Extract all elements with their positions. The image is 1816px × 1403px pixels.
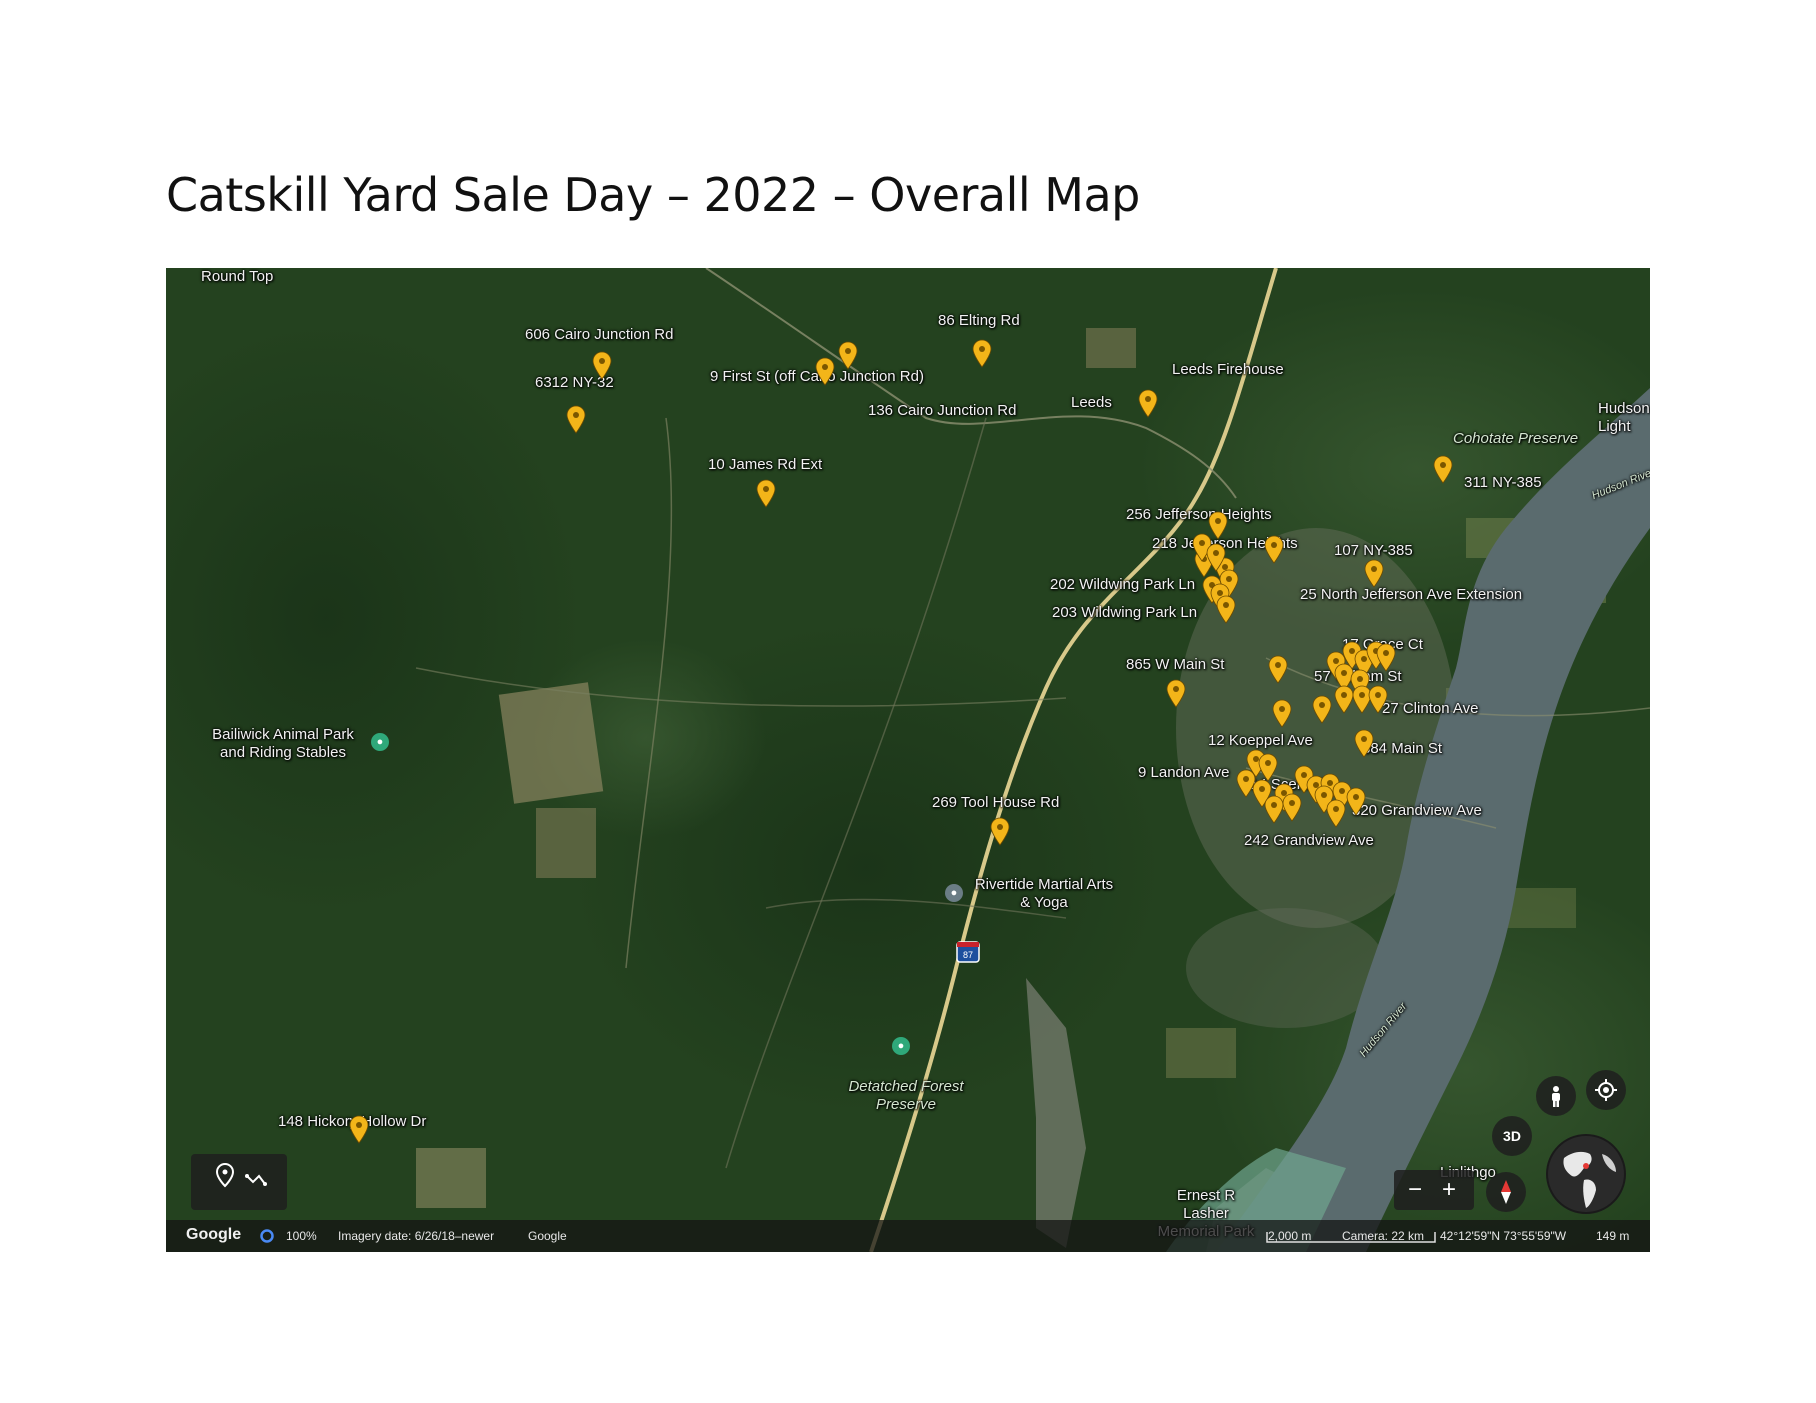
rivertide-label: Rivertide Martial Arts & Yoga [974, 876, 1114, 911]
yard-sale-pin-icon[interactable] [837, 340, 859, 370]
label-242-grandview: 242 Grandview Ave [1244, 832, 1374, 849]
label-86-elting: 86 Elting Rd [938, 312, 1020, 329]
label-27-clinton: 27 Clinton Ave [1382, 700, 1479, 717]
globe-icon[interactable] [1546, 1134, 1626, 1214]
map-view[interactable]: 87 Round Top Leeds Leeds Firehouse Hudso… [166, 268, 1650, 1252]
label-12-koeppel: 12 Koeppel Ave [1208, 732, 1313, 749]
park-icon[interactable]: ● [892, 1037, 910, 1055]
path-icon[interactable] [245, 1174, 267, 1186]
yard-sale-pin-icon[interactable] [1345, 786, 1367, 816]
yard-sale-pin-icon[interactable] [814, 356, 836, 386]
zoom-controls: − + [1394, 1170, 1474, 1210]
label-136-cairo-junction: 136 Cairo Junction Rd [868, 402, 1017, 419]
scale-bar-label: 2,000 m [1268, 1229, 1312, 1243]
camera-altitude: Camera: 22 km [1342, 1229, 1425, 1243]
label-202-wildwing: 202 Wildwing Park Ln [1050, 576, 1196, 593]
coordinates: 42°12'59"N 73°55'59"W [1440, 1229, 1567, 1243]
location-poi-icon[interactable]: ● [945, 884, 963, 902]
leeds-label: Leeds [1071, 394, 1112, 411]
yard-sale-pin-icon[interactable] [1367, 684, 1389, 714]
yard-sale-pin-icon[interactable] [1281, 792, 1303, 822]
yard-sale-pin-icon[interactable] [1311, 694, 1333, 724]
cohotate-preserve-label: Cohotate Preserve [1453, 430, 1579, 447]
yard-sale-pin-icon[interactable] [1263, 534, 1285, 564]
label-269-tool-house: 269 Tool House Rd [932, 794, 1060, 811]
yard-sale-pin-icon[interactable] [348, 1114, 370, 1144]
pegman-icon[interactable] [1536, 1076, 1576, 1116]
page-title: Catskill Yard Sale Day – 2022 – Overall … [166, 168, 1140, 222]
yard-sale-pin-icon[interactable] [1267, 654, 1289, 684]
yard-sale-pin-icon[interactable] [1325, 798, 1347, 828]
yard-sale-pin-icon[interactable] [1271, 698, 1293, 728]
yard-sale-pin-icon[interactable] [1165, 678, 1187, 708]
map-tools-panel [191, 1154, 287, 1210]
google-logo: Google [186, 1226, 242, 1243]
yard-sale-pin-icon[interactable] [1137, 388, 1159, 418]
bailiwick-label: Bailiwick Animal Park and Riding Stables [212, 726, 354, 761]
yard-sale-pin-icon[interactable] [591, 350, 613, 380]
paw-icon[interactable]: ● [371, 733, 389, 751]
yard-sale-pin-icon[interactable] [989, 816, 1011, 846]
round-top-label: Round Top [201, 268, 274, 285]
interstate-87-shield: 87 [963, 950, 973, 960]
label-10-james-rd: 10 James Rd Ext [708, 456, 823, 473]
label-203-wildwing: 203 Wildwing Park Ln [1052, 604, 1198, 621]
yard-sale-pin-icon[interactable] [1375, 642, 1397, 672]
yard-sale-pin-icon[interactable] [971, 338, 993, 368]
placemark-icon[interactable] [215, 1163, 235, 1188]
label-107-ny385: 107 NY-385 [1334, 542, 1413, 559]
zoom-out-button[interactable]: − [1408, 1176, 1422, 1204]
detatched-forest-label: Detatched Forest Preserve [848, 1078, 964, 1113]
leeds-firehouse-label: Leeds Firehouse [1172, 361, 1284, 378]
label-256-jefferson: 256 Jefferson Heights [1126, 506, 1272, 523]
label-25-north-jefferson: 25 North Jefferson Ave Extension [1300, 586, 1523, 603]
label-9-landon: 9 Landon Ave [1138, 764, 1230, 781]
load-percent: 100% [286, 1229, 317, 1243]
compass-icon[interactable] [1486, 1172, 1526, 1212]
yard-sale-pin-icon[interactable] [1353, 728, 1375, 758]
yard-sale-pin-icon[interactable] [1205, 542, 1227, 572]
zoom-in-button[interactable]: + [1442, 1176, 1456, 1204]
data-attribution: Google [528, 1229, 567, 1243]
label-320-grandview: 320 Grandview Ave [1352, 802, 1482, 819]
label-865-w-main: 865 W Main St [1126, 656, 1225, 673]
status-bar: Google 100% Imagery date: 6/26/18–newer … [166, 1220, 1650, 1252]
label-311-ny385: 311 NY-385 [1464, 474, 1542, 491]
yard-sale-pin-icon[interactable] [1432, 454, 1454, 484]
yard-sale-pin-icon[interactable] [755, 478, 777, 508]
yard-sale-pin-icon[interactable] [565, 404, 587, 434]
elevation: 149 m [1596, 1229, 1630, 1243]
label-606-cairo-junction: 606 Cairo Junction Rd [525, 326, 674, 343]
my-location-icon[interactable] [1586, 1070, 1626, 1110]
yard-sale-pin-icon[interactable] [1215, 594, 1237, 624]
imagery-date: Imagery date: 6/26/18–newer [338, 1229, 495, 1243]
hudson-light-label: Hudson Light [1598, 400, 1650, 435]
yard-sale-pin-icon[interactable] [1363, 558, 1385, 588]
toggle-3d-button[interactable]: 3D [1492, 1116, 1532, 1156]
load-indicator-icon [260, 1229, 274, 1246]
